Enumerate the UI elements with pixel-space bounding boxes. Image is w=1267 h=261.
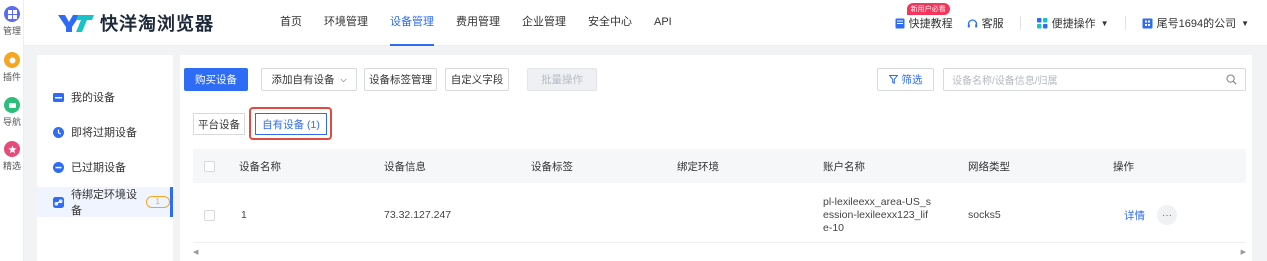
- service-link[interactable]: 客服: [967, 15, 1004, 31]
- headset-icon: [967, 18, 977, 27]
- count-badge: 1: [145, 196, 170, 208]
- more-actions-button[interactable]: ···: [1157, 205, 1177, 225]
- star-icon: [4, 141, 20, 157]
- filter-button[interactable]: 筛选: [877, 68, 934, 91]
- rail-item-manage[interactable]: 管理: [0, 6, 24, 37]
- nav-home[interactable]: 首页: [280, 0, 302, 46]
- select-all-checkbox[interactable]: [204, 149, 215, 183]
- device-main-panel: 购买设备 添加自有设备 ⌵ 设备标签管理 自定义字段 批量操作 筛选 设备名称/…: [180, 55, 1252, 261]
- column-header: 设备信息: [384, 160, 426, 173]
- brand-logo[interactable]: 快洋淘浏览器: [56, 10, 214, 36]
- nav-billing[interactable]: 费用管理: [456, 0, 500, 46]
- column-header: 网络类型: [968, 160, 1010, 173]
- device-info: 73.32.127.247: [384, 209, 452, 221]
- rail-item-featured[interactable]: 精选: [0, 141, 24, 172]
- device-icon: [53, 92, 64, 103]
- sidebar-item-pending-bind[interactable]: 待绑定环境设备 1: [37, 187, 173, 217]
- custom-field-button[interactable]: 自定义字段: [445, 68, 509, 91]
- sidebar-item-label: 待绑定环境设备: [71, 189, 137, 217]
- tutorial-label: 快捷教程: [908, 18, 953, 30]
- brand-name: 快洋淘浏览器: [100, 14, 214, 34]
- device-search-input[interactable]: 设备名称/设备信息/归属: [943, 68, 1246, 91]
- rail-label: 插件: [2, 72, 21, 82]
- company-label: 尾号1694的公司: [1156, 18, 1237, 30]
- nav-env[interactable]: 环境管理: [324, 0, 368, 46]
- quick-ops-menu[interactable]: 便捷操作 ▼: [1036, 15, 1109, 31]
- nav-api[interactable]: API: [654, 0, 672, 46]
- batch-ops-button[interactable]: 批量操作: [527, 68, 597, 91]
- divider: [1019, 16, 1021, 30]
- rail-label: 管理: [2, 26, 21, 36]
- column-header: 设备名称: [239, 160, 281, 173]
- company-menu[interactable]: 尾号1694的公司 ▼: [1142, 15, 1249, 31]
- network-type: socks5: [968, 209, 1001, 221]
- table-header: 设备名称 设备信息 设备标签 绑定环境 账户名称 网络类型 操作: [193, 149, 1246, 183]
- buy-device-button[interactable]: 购买设备: [184, 68, 248, 91]
- device-name: 1: [241, 209, 247, 221]
- rail-item-nav[interactable]: 导航: [0, 97, 24, 128]
- header-actions: 新用户必看 快捷教程 客服 便捷操作 ▼ 尾号1694的公司 ▼: [895, 0, 1249, 46]
- left-rail: 管理 插件 导航 精选: [0, 0, 24, 261]
- search-icon[interactable]: [1226, 74, 1237, 85]
- column-header: 账户名称: [823, 160, 865, 173]
- column-header: 绑定环境: [677, 160, 719, 173]
- expired-icon: [53, 161, 64, 173]
- column-header: 设备标签: [531, 160, 573, 173]
- main-nav: 首页 环境管理 设备管理 费用管理 企业管理 安全中心 API: [280, 0, 694, 46]
- nav-enterprise[interactable]: 企业管理: [522, 0, 566, 46]
- quick-ops-label: 便捷操作: [1051, 18, 1096, 30]
- add-own-device-label: 添加自有设备: [271, 74, 335, 86]
- nav-security[interactable]: 安全中心: [588, 0, 632, 46]
- new-user-badge: 新用户必看: [906, 3, 950, 15]
- device-sidebar: 我的设备 即将过期设备 已过期设备 待绑定环境设备 1: [37, 55, 173, 261]
- account-name-cell: pl-lexileexx_area-US_session-lexileexx12…: [823, 188, 933, 242]
- horizontal-scrollbar[interactable]: ◀ ▶: [193, 247, 1246, 257]
- caret-down-icon: ▼: [1100, 18, 1109, 28]
- clock-icon: [53, 126, 64, 138]
- rail-label: 精选: [2, 161, 21, 171]
- nav-device[interactable]: 设备管理: [390, 0, 434, 46]
- building-icon: [1142, 18, 1153, 28]
- apps-icon: [1036, 17, 1048, 28]
- book-icon: [895, 18, 905, 28]
- table-row: 1 73.32.127.247 pl-lexileexx_area-US_ses…: [193, 188, 1246, 243]
- compass-icon: [4, 97, 20, 113]
- row-checkbox[interactable]: [204, 188, 215, 242]
- sidebar-item-label: 即将过期设备: [71, 127, 137, 139]
- action-cell: 详情 ···: [1124, 188, 1177, 242]
- search-placeholder: 设备名称/设备信息/归属: [952, 76, 1058, 87]
- scroll-right-icon[interactable]: ▶: [1241, 248, 1246, 256]
- sidebar-item-label: 已过期设备: [71, 162, 126, 174]
- caret-down-icon: ▼: [1241, 18, 1249, 28]
- rail-label: 导航: [2, 117, 21, 127]
- sidebar-item-expired[interactable]: 已过期设备: [37, 152, 173, 182]
- scroll-left-icon[interactable]: ◀: [193, 248, 198, 256]
- details-link[interactable]: 详情: [1124, 208, 1145, 223]
- add-own-device-dropdown[interactable]: 添加自有设备 ⌵: [261, 68, 357, 91]
- grid-icon: [4, 6, 20, 22]
- plugin-icon: [4, 52, 20, 68]
- sidebar-item-my-devices[interactable]: 我的设备: [37, 82, 173, 112]
- service-label: 客服: [981, 18, 1004, 30]
- sidebar-item-label: 我的设备: [71, 92, 115, 104]
- tab-platform-devices[interactable]: 平台设备: [193, 113, 245, 135]
- tutorial-link[interactable]: 新用户必看 快捷教程: [895, 3, 953, 31]
- chevron-down-icon: ⌵: [340, 74, 347, 84]
- column-header: 操作: [1113, 160, 1134, 173]
- top-header: 快洋淘浏览器 首页 环境管理 设备管理 费用管理 企业管理 安全中心 API 新…: [24, 0, 1267, 46]
- filter-label: 筛选: [901, 74, 923, 86]
- divider: [1124, 16, 1126, 30]
- account-name: pl-lexileexx_area-US_session-lexileexx12…: [823, 195, 931, 234]
- logo-mark-icon: [58, 15, 94, 32]
- link-icon: [53, 196, 64, 208]
- sidebar-item-expiring[interactable]: 即将过期设备: [37, 117, 173, 147]
- filter-icon: [888, 75, 898, 84]
- tag-manage-button[interactable]: 设备标签管理: [364, 68, 437, 91]
- rail-item-plugin[interactable]: 插件: [0, 52, 24, 83]
- tab-own-devices[interactable]: 自有设备 (1): [255, 113, 327, 135]
